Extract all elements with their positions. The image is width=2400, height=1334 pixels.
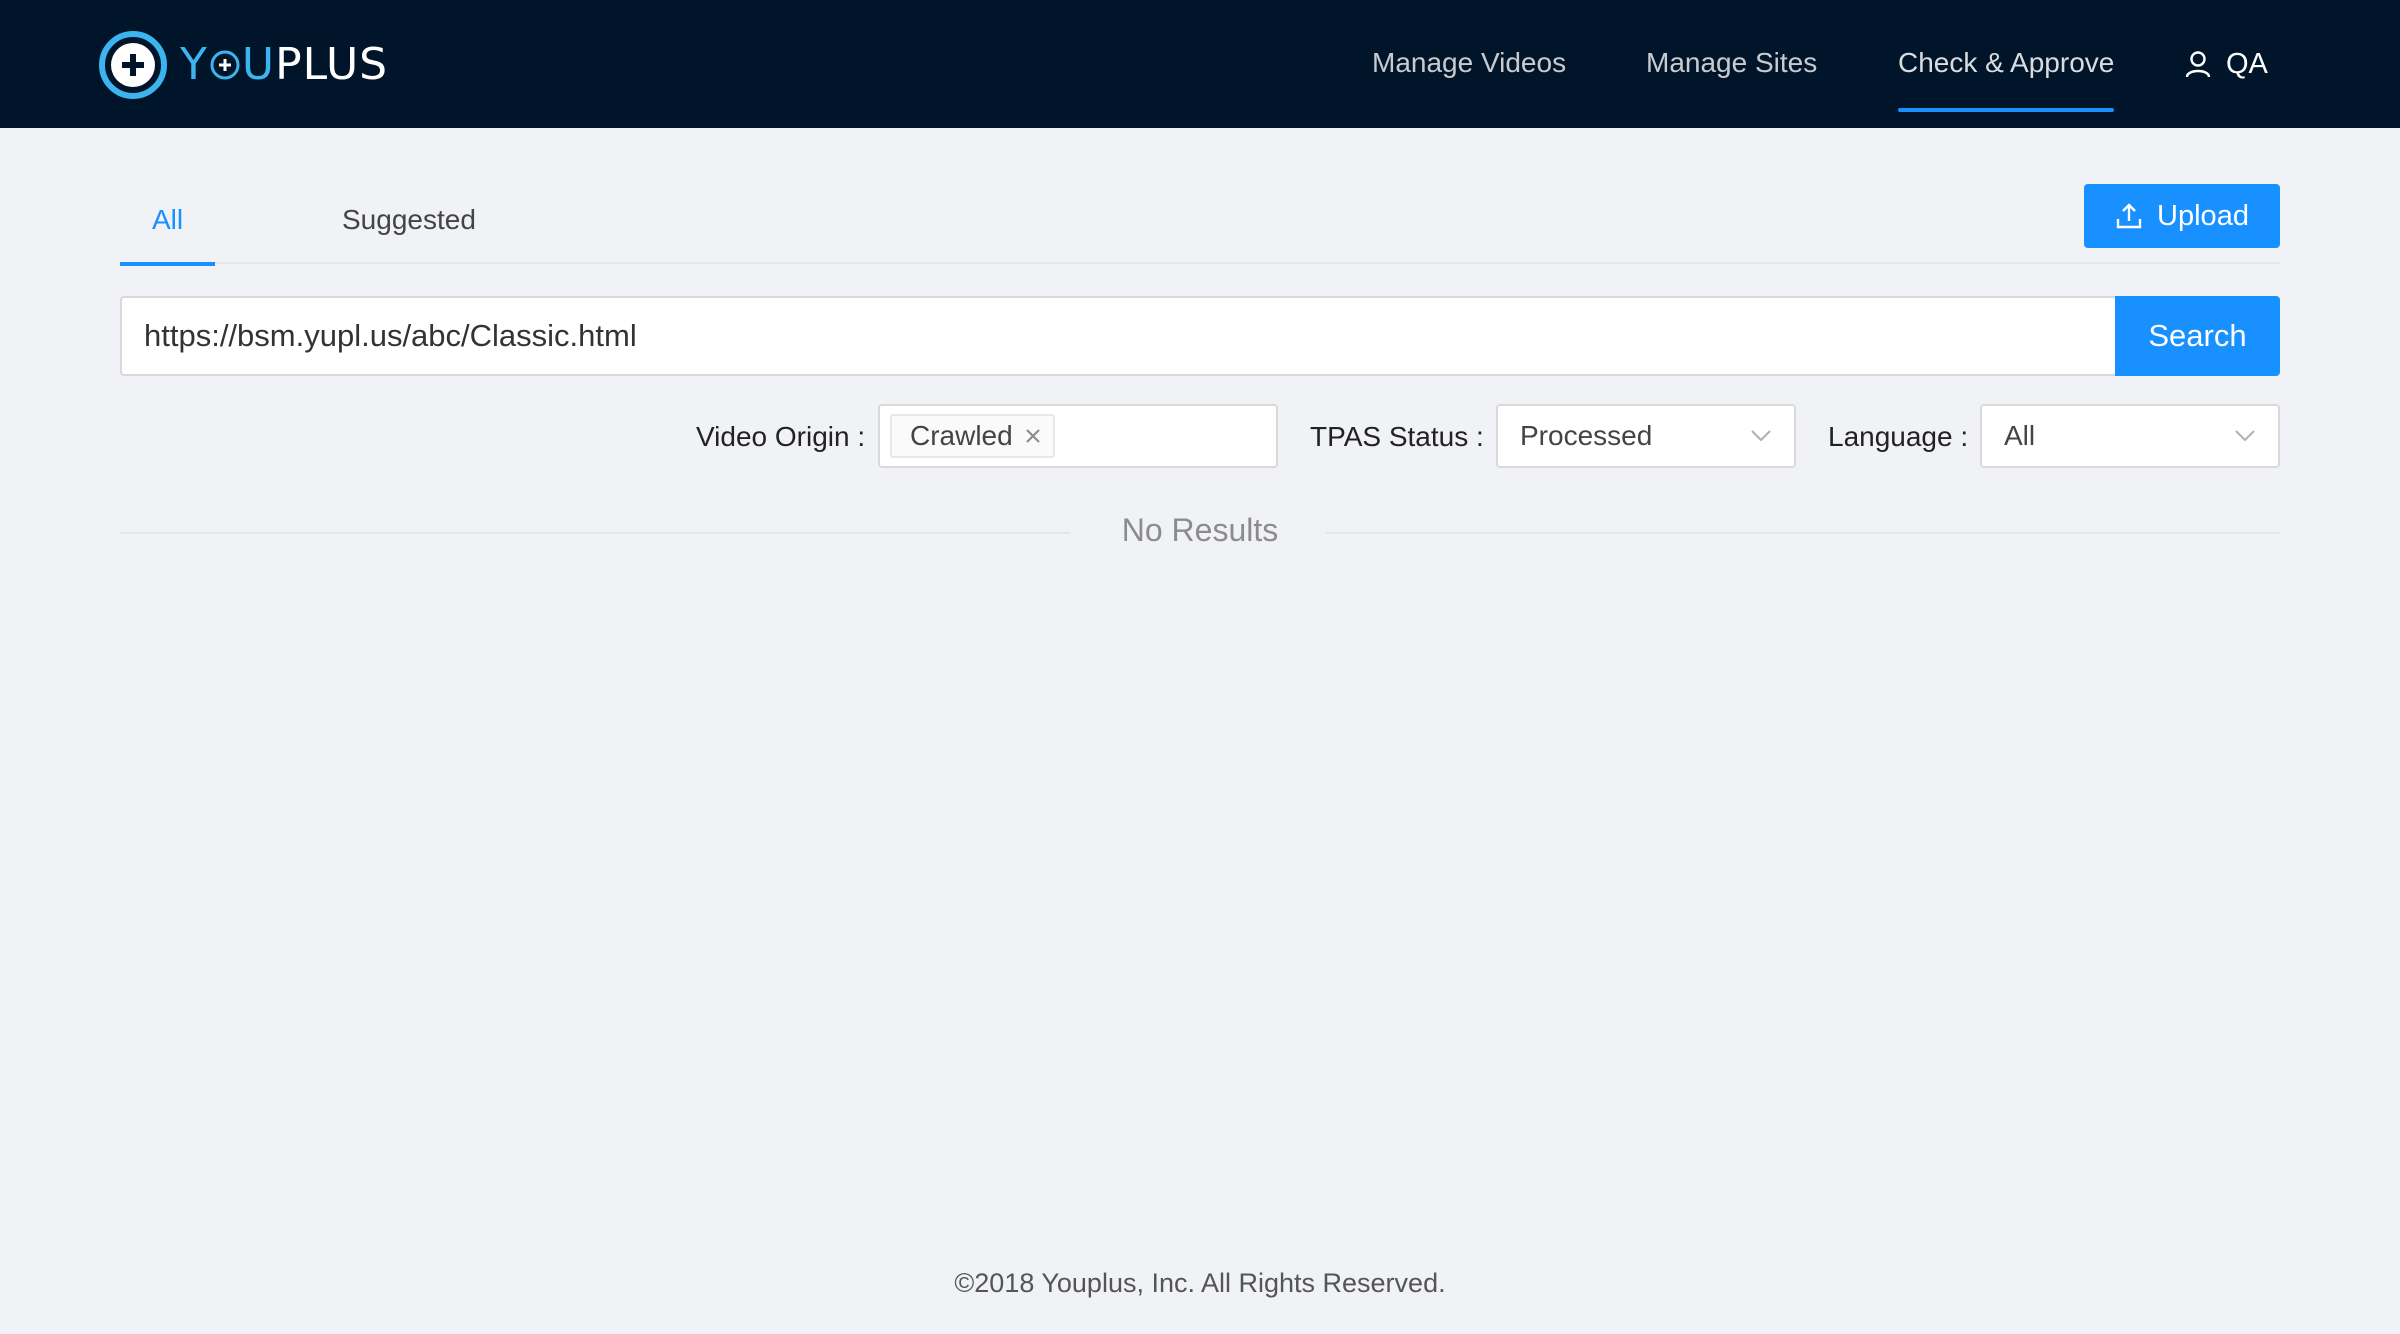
- nav-manage-videos[interactable]: Manage Videos: [1372, 0, 1566, 128]
- video-origin-label: Video Origin :: [696, 421, 866, 452]
- brand-wordmark: Y U PLUS: [180, 30, 388, 100]
- user-menu[interactable]: QA: [2184, 0, 2268, 128]
- footer-copyright: ©2018 Youplus, Inc. All Rights Reserved.: [954, 1268, 1446, 1298]
- plus-o-icon: [210, 50, 240, 80]
- brand-name-you-last: U: [241, 39, 276, 90]
- top-nav-bar: Y U PLUS Manage Videos Manage Sites Chec…: [0, 0, 2400, 128]
- video-origin-select[interactable]: Crawled: [878, 404, 1278, 468]
- chevron-down-icon: [2235, 430, 2255, 442]
- empty-divider-left: [120, 532, 1070, 534]
- empty-divider-right: [1326, 532, 2280, 534]
- brand-logo[interactable]: Y U PLUS: [98, 30, 388, 100]
- plus-circle-logo-icon: [99, 31, 167, 99]
- language-select[interactable]: All: [1980, 404, 2280, 468]
- upload-button-label: Upload: [2157, 199, 2249, 232]
- no-results-text: No Results: [1121, 512, 1279, 548]
- user-name: QA: [2226, 47, 2268, 80]
- video-origin-tag: Crawled: [890, 414, 1055, 458]
- tab-suggested[interactable]: Suggested: [310, 180, 508, 264]
- tag-label: Crawled: [910, 420, 1013, 451]
- close-icon[interactable]: [1025, 428, 1041, 444]
- upload-button[interactable]: Upload: [2084, 184, 2280, 248]
- upload-icon: [2116, 203, 2142, 229]
- nav-check-approve[interactable]: Check & Approve: [1898, 0, 2115, 128]
- tab-all[interactable]: All: [120, 180, 216, 266]
- tpas-status-select[interactable]: Processed: [1496, 404, 1796, 468]
- tpas-status-label: TPAS Status :: [1310, 421, 1484, 452]
- url-search-input[interactable]: [120, 296, 2116, 376]
- tpas-status-value: Processed: [1520, 420, 1653, 451]
- nav-manage-sites[interactable]: Manage Sites: [1646, 0, 1817, 128]
- result-tabs: All Suggested: [120, 180, 2280, 266]
- language-value: All: [2004, 420, 2036, 451]
- chevron-down-icon: [1751, 430, 1771, 442]
- brand-name-you-first: Y: [180, 39, 208, 90]
- search-button[interactable]: Search: [2115, 296, 2280, 376]
- language-label: Language :: [1828, 421, 1969, 452]
- brand-name-plus: PLUS: [275, 39, 389, 90]
- user-icon: [2185, 51, 2211, 78]
